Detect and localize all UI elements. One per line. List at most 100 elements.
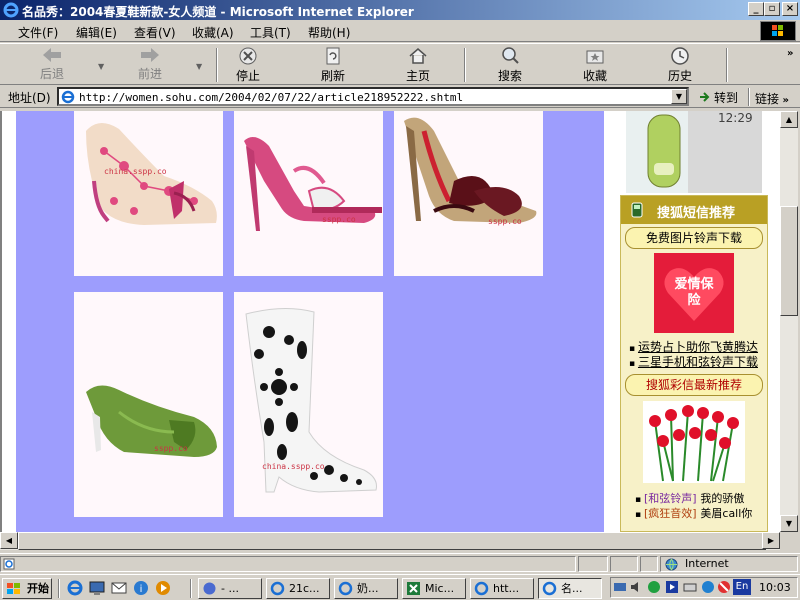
sms-link-list-2: ▪ [和弦铃声] 我的骄傲 ▪ [疯狂音效] 美眉call你 — [635, 490, 769, 520]
minimize-button[interactable]: _ — [748, 2, 764, 16]
svg-text:i: i — [140, 584, 143, 595]
scroll-right-button[interactable]: ▶ — [762, 532, 780, 549]
menu-file[interactable]: 文件(F) — [18, 24, 58, 41]
link-text[interactable]: 美眉call你 — [700, 507, 752, 520]
back-button[interactable]: 后退 — [22, 46, 82, 84]
quicklaunch-media-icon[interactable] — [155, 580, 171, 596]
list-item[interactable]: ▪ [疯狂音效] 美眉call你 — [635, 505, 769, 520]
toolbar-overflow-icon[interactable]: » — [787, 48, 793, 59]
status-pane — [640, 556, 658, 572]
tray-blocked-icon[interactable] — [717, 580, 731, 594]
menu-favorites[interactable]: 收藏(A) — [192, 24, 234, 41]
stop-button[interactable]: 停止 — [218, 46, 278, 84]
page-ie-icon — [61, 90, 75, 104]
history-clock-icon — [671, 47, 689, 65]
list-item: ▪ 三星手机和弦铃声下载 — [629, 355, 758, 369]
address-input[interactable]: http://women.sohu.com/2004/02/07/22/arti… — [57, 87, 689, 106]
task-app-icon — [203, 582, 216, 595]
list-item[interactable]: ▪ [和弦铃声] 我的骄傲 — [635, 490, 769, 505]
task-button[interactable]: htt... — [470, 578, 534, 599]
task-button[interactable]: Mic... — [402, 578, 466, 599]
start-button[interactable]: 开始 — [2, 578, 52, 599]
love-insurance-image[interactable]: 爱情保险 — [654, 253, 734, 333]
address-url: http://women.sohu.com/2004/02/07/22/arti… — [79, 91, 464, 104]
link-tag[interactable]: [疯狂音效] — [644, 507, 697, 520]
link-samsung-ringtone[interactable]: 三星手机和弦铃声下载 — [638, 355, 758, 369]
watermark: sspp.co — [322, 215, 356, 224]
toolbar-separator — [464, 48, 466, 82]
link-fortune-telling[interactable]: 运势占卜助你飞黄腾达 — [638, 340, 758, 354]
roses-image[interactable] — [643, 401, 745, 483]
link-tag[interactable]: [和弦铃声] — [644, 492, 697, 505]
ie-logo-icon — [3, 2, 19, 18]
scroll-thumb[interactable] — [18, 532, 766, 550]
links-button[interactable]: 链接 » — [755, 90, 789, 107]
tray-player-icon[interactable] — [665, 580, 679, 594]
free-ringtone-pill[interactable]: 免费图片铃声下载 — [625, 227, 763, 249]
menu-edit[interactable]: 编辑(E) — [76, 24, 117, 41]
quicklaunch-app-icon[interactable]: i — [133, 580, 149, 596]
scroll-corner — [780, 532, 798, 550]
task-button-active[interactable]: 名... — [538, 578, 602, 599]
status-pane — [578, 556, 608, 572]
tray-keyboard-icon[interactable] — [683, 580, 697, 594]
task-button[interactable]: - ... — [198, 578, 262, 599]
quicklaunch-desktop-icon[interactable] — [89, 580, 105, 596]
home-button[interactable]: 主页 — [388, 46, 448, 84]
task-button[interactable]: 奶... — [334, 578, 398, 599]
shoe-image — [86, 385, 217, 457]
close-button[interactable]: × — [782, 2, 798, 16]
quicklaunch-ie-icon[interactable] — [67, 580, 83, 596]
watermark: sspp.co — [154, 444, 188, 453]
sms-header-title: 搜狐短信推荐 — [657, 206, 736, 221]
clock[interactable]: 10:03 — [759, 581, 791, 594]
link-text[interactable]: 我的骄傲 — [700, 492, 744, 505]
sms-link-list-1: ▪ 运势占卜助你飞黄腾达 ▪ 三星手机和弦铃声下载 — [629, 338, 769, 369]
vertical-scrollbar[interactable]: ▲ ▼ — [780, 111, 798, 532]
scroll-thumb[interactable] — [780, 206, 798, 316]
history-button[interactable]: 历史 — [650, 46, 710, 84]
forward-dropdown-icon[interactable]: ▼ — [196, 62, 202, 71]
menu-tools[interactable]: 工具(T) — [250, 24, 291, 41]
task-ie-icon — [474, 581, 489, 596]
refresh-button[interactable]: 刷新 — [303, 46, 363, 84]
page-status-icon — [3, 558, 15, 570]
shoe-photo-tan-ribbon-heel[interactable]: sspp.co — [394, 111, 543, 276]
shoe-image — [86, 122, 217, 225]
tray-network-icon[interactable] — [613, 580, 627, 594]
status-text-pane — [0, 556, 576, 572]
task-ie-icon — [542, 581, 557, 596]
maximize-button[interactable]: ▫ — [764, 2, 780, 16]
menu-help[interactable]: 帮助(H) — [308, 24, 350, 41]
forward-button[interactable]: 前进 — [120, 46, 180, 84]
watermark: china.sspp.co — [104, 167, 167, 176]
search-button[interactable]: 搜索 — [480, 46, 540, 84]
love-insurance-text: 爱情保险 — [674, 277, 714, 308]
quicklaunch-outlook-icon[interactable] — [111, 580, 127, 596]
window-title-bar[interactable]: 名品秀：2004春夏鞋新款-女人频道 - Microsoft Internet … — [0, 0, 800, 20]
shoe-photo-patterned-boot[interactable]: china.sspp.co — [234, 292, 383, 517]
mms-recommend-pill[interactable]: 搜狐彩信最新推荐 — [625, 374, 763, 396]
phone-ad-banner[interactable]: 12:29 — [626, 111, 762, 193]
input-language-indicator[interactable]: En — [733, 579, 751, 595]
shoe-photo-pink-strappy-heel[interactable]: sspp.co — [234, 111, 383, 276]
shoe-photo-pink-pump[interactable]: china.sspp.co — [74, 111, 223, 276]
task-ie-icon — [338, 581, 353, 596]
tray-messenger-icon[interactable] — [701, 580, 715, 594]
horizontal-scrollbar[interactable]: ◀ ▶ — [0, 532, 780, 550]
task-button[interactable]: 21c... — [266, 578, 330, 599]
scroll-up-button[interactable]: ▲ — [780, 111, 798, 128]
menu-view[interactable]: 查看(V) — [134, 24, 176, 41]
scroll-down-button[interactable]: ▼ — [780, 515, 798, 532]
shoe-photo-green-pump[interactable]: sspp.co — [74, 292, 223, 517]
shoe-gallery: china.sspp.co sspp.co sspp.co sspp.co ch… — [16, 111, 604, 532]
tray-volume-icon[interactable] — [629, 580, 643, 594]
internet-globe-icon — [665, 558, 678, 571]
back-dropdown-icon[interactable]: ▼ — [98, 62, 104, 71]
status-pane — [610, 556, 638, 572]
tray-antivirus-icon[interactable] — [647, 580, 661, 594]
address-dropdown-button[interactable]: ▼ — [671, 89, 687, 104]
scroll-left-button[interactable]: ◀ — [0, 532, 18, 549]
sms-header: 搜狐短信推荐 — [621, 196, 767, 224]
favorites-button[interactable]: 收藏 — [565, 46, 625, 84]
